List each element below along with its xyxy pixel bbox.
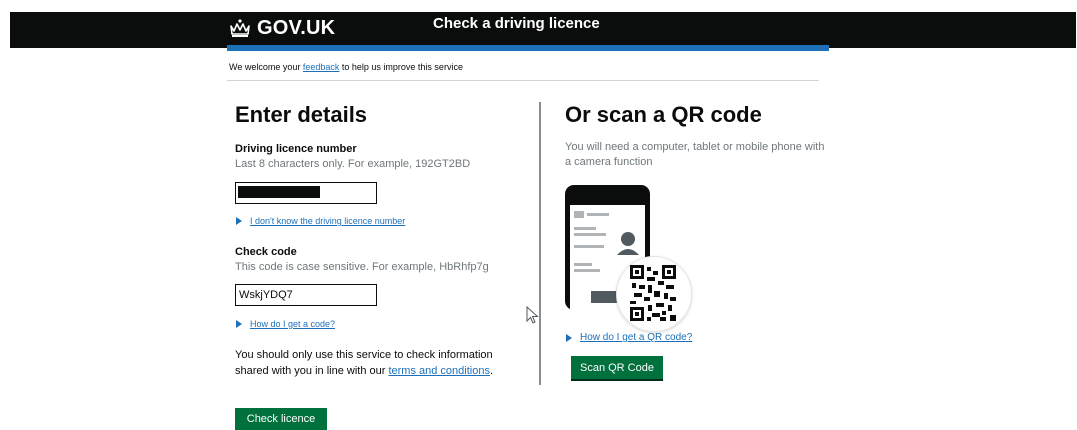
feedback-divider	[227, 80, 819, 81]
check-code-label: Check code	[235, 246, 297, 258]
check-licence-button[interactable]: Check licence	[235, 408, 327, 430]
govuk-logo[interactable]: GOV.UK	[229, 15, 335, 41]
triangle-right-icon	[236, 320, 242, 328]
redacted-value	[238, 186, 320, 198]
feedback-banner: We welcome your feedback to help us impr…	[229, 62, 463, 72]
feedback-link[interactable]: feedback	[303, 62, 340, 72]
triangle-right-icon	[566, 333, 572, 342]
terms-link[interactable]: terms and conditions	[388, 365, 490, 377]
column-divider	[539, 102, 541, 385]
check-code-hint: This code is case sensitive. For example…	[235, 261, 489, 273]
qr-heading: Or scan a QR code	[565, 102, 762, 127]
how-get-code-link: How do I get a code?	[250, 319, 336, 329]
service-name[interactable]: Check a driving licence	[433, 15, 600, 32]
feedback-suffix: to help us improve this service	[339, 62, 463, 72]
terms-notice-end: .	[489, 365, 494, 377]
licence-number-hint: Last 8 characters only. For example, 192…	[235, 158, 471, 170]
qr-code-icon	[630, 265, 676, 321]
qr-code-badge	[616, 256, 692, 332]
check-code-input[interactable]: WskjYDQ7	[235, 284, 377, 306]
licence-number-input[interactable]	[235, 182, 377, 204]
scan-qr-button[interactable]: Scan QR Code	[571, 356, 663, 379]
check-code-value: WskjYDQ7	[239, 289, 293, 301]
dont-know-licence-link: I don't know the driving licence number	[250, 216, 406, 226]
dont-know-licence-toggle[interactable]: I don't know the driving licence number	[236, 216, 405, 226]
crown-icon	[230, 19, 250, 37]
how-get-qr-toggle[interactable]: How do I get a QR code?	[566, 332, 692, 343]
logo-text: GOV.UK	[257, 16, 336, 39]
mouse-pointer-icon	[526, 306, 539, 324]
qr-hint: You will need a computer, tablet or mobi…	[565, 141, 825, 168]
page-title: Enter details	[235, 102, 368, 127]
header-blue-rule	[227, 45, 829, 51]
licence-number-label: Driving licence number	[235, 143, 357, 155]
triangle-right-icon	[236, 217, 242, 225]
how-get-code-toggle[interactable]: How do I get a code?	[236, 319, 335, 329]
feedback-prefix: We welcome your	[229, 62, 303, 72]
terms-notice: You should only use this service to chec…	[235, 347, 525, 379]
how-get-qr-link: How do I get a QR code?	[580, 332, 693, 343]
